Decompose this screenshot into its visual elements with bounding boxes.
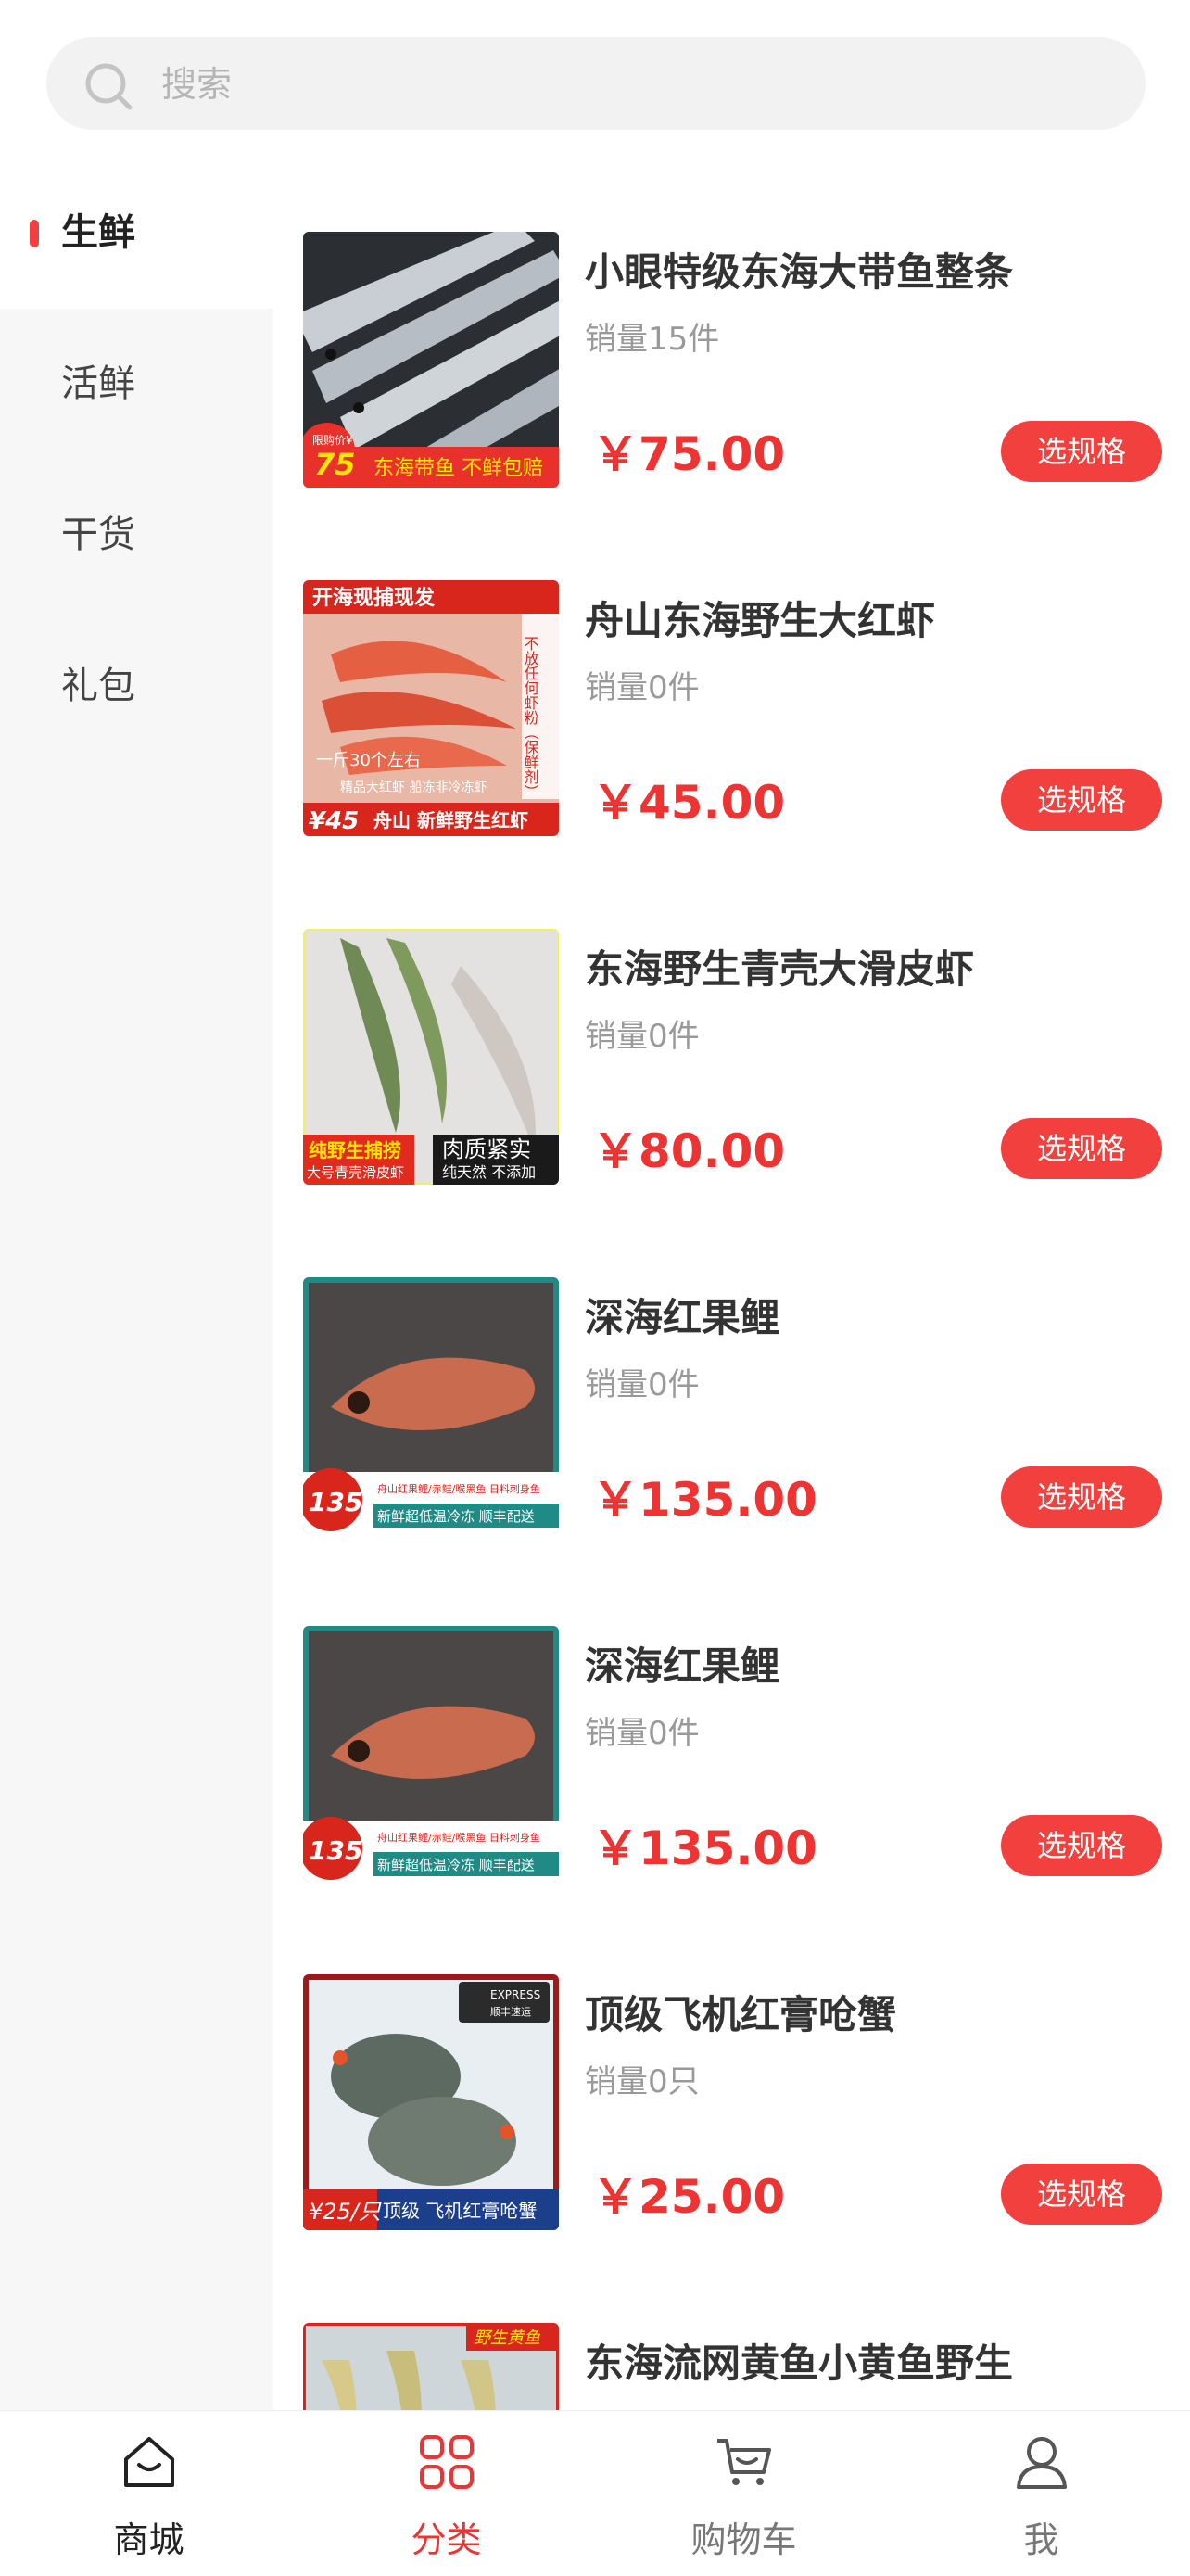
image-caption: 纯野生捕捞 — [309, 1139, 401, 1161]
search-input[interactable] — [159, 37, 1090, 132]
image-caption: ¥25/只 — [309, 2199, 382, 2225]
product-price: ￥135.00 — [592, 1473, 817, 1527]
select-spec-button[interactable]: 选规格 — [1001, 2164, 1162, 2225]
image-caption: 纯天然 不添加 — [442, 1163, 536, 1181]
image-caption: 135 — [309, 1835, 362, 1866]
select-spec-button[interactable]: 选规格 — [1001, 421, 1162, 482]
product-image[interactable]: 限购价¥ 75 东海带鱼 不鲜包赔 — [303, 232, 559, 488]
sidebar-item-label: 活鲜 — [61, 362, 135, 405]
product-sales: 销量0件 — [585, 1366, 700, 1403]
product-image[interactable]: 野生黄鱼 — [303, 2323, 559, 2410]
category-sidebar: 生鲜 活鲜 干货 礼包 — [0, 158, 273, 2410]
cart-icon — [717, 2439, 771, 2485]
sidebar-item-label: 生鲜 — [61, 211, 135, 254]
image-caption: 精品大红虾 船冻非冷冻虾 — [340, 780, 487, 795]
select-spec-button[interactable]: 选规格 — [1001, 1118, 1162, 1179]
image-caption: 大号青壳滑皮虾 — [307, 1164, 404, 1181]
image-caption: 新鲜超低温冷冻 顺丰配送 — [377, 1857, 535, 1873]
image-caption: 舟山 新鲜野生红虾 — [373, 809, 528, 831]
select-spec-button[interactable]: 选规格 — [1001, 1815, 1162, 1876]
tab-mall[interactable]: 商城 — [0, 2411, 298, 2576]
tab-label: 购物车 — [690, 2519, 797, 2560]
search-icon — [85, 63, 133, 110]
product-price: ￥80.00 — [592, 1124, 786, 1178]
product-sales: 销量0件 — [585, 1018, 700, 1055]
product-item[interactable]: EXPRESS 顺丰速运 ¥25/只 顶级 飞机红膏呛蟹 顶级飞机红膏呛蟹 销量… — [273, 1900, 1190, 2249]
sidebar-item-fresh[interactable]: 生鲜 — [0, 158, 273, 309]
product-item[interactable]: 纯野生捕捞 大号青壳滑皮虾 肉质紧实 纯天然 不添加 东海野生青壳大滑皮虾 销量… — [273, 855, 1190, 1203]
product-image[interactable]: 开海现捕现发 不放任何虾粉（保鲜剂） 一斤30个左右 精品大红虾 船冻非冷冻虾 … — [303, 580, 559, 836]
product-name[interactable]: 深海红果鲤 — [585, 1287, 779, 1343]
product-price: ￥45.00 — [592, 776, 786, 830]
image-caption: 不放任何虾粉（保鲜剂） — [522, 636, 539, 799]
sidebar-item-live[interactable]: 活鲜 — [0, 309, 273, 460]
tab-category[interactable]: 分类 — [298, 2411, 595, 2576]
tab-label: 商城 — [113, 2519, 184, 2560]
image-caption: 野生黄鱼 — [474, 2329, 540, 2348]
image-caption: ¥45 — [309, 807, 359, 835]
sidebar-item-label: 干货 — [61, 514, 135, 556]
product-price: ￥135.00 — [592, 1821, 817, 1875]
product-image[interactable]: 135 舟山红果鲤/赤鲑/喉黑鱼 日料刺身鱼 新鲜超低温冷冻 顺丰配送 — [303, 1277, 559, 1533]
product-item[interactable]: 野生黄鱼 东海流网黄鱼小黄鱼野生 — [273, 2249, 1190, 2410]
image-caption: EXPRESS — [490, 1988, 540, 2001]
image-caption: 肉质紧实 — [442, 1136, 531, 1162]
product-image[interactable]: EXPRESS 顺丰速运 ¥25/只 顶级 飞机红膏呛蟹 — [303, 1974, 559, 2230]
image-caption: 新鲜超低温冷冻 顺丰配送 — [377, 1508, 535, 1525]
product-name[interactable]: 顶级飞机红膏呛蟹 — [585, 1984, 896, 2040]
product-price: ￥25.00 — [592, 2170, 786, 2224]
image-caption: 135 — [309, 1487, 362, 1517]
product-image[interactable]: 纯野生捕捞 大号青壳滑皮虾 肉质紧实 纯天然 不添加 — [303, 929, 559, 1185]
tab-cart[interactable]: 购物车 — [595, 2411, 892, 2576]
grid-icon — [420, 2435, 474, 2489]
select-spec-button[interactable]: 选规格 — [1001, 1466, 1162, 1528]
tab-label: 我 — [1023, 2519, 1059, 2560]
bottom-tab-bar: 商城 分类 购物车 我 — [0, 2410, 1190, 2575]
product-name[interactable]: 东海流网黄鱼小黄鱼野生 — [585, 2332, 1013, 2389]
sidebar-item-dried[interactable]: 干货 — [0, 460, 273, 611]
product-sales: 销量15件 — [585, 321, 720, 358]
product-image[interactable]: 135 舟山红果鲤/赤鲑/喉黑鱼 日料刺身鱼 新鲜超低温冷冻 顺丰配送 — [303, 1626, 559, 1882]
product-sales: 销量0件 — [585, 1715, 700, 1752]
image-caption: 75 — [314, 447, 356, 482]
active-indicator — [30, 220, 39, 247]
user-icon — [1017, 2437, 1067, 2489]
home-icon — [124, 2437, 174, 2487]
product-name[interactable]: 小眼特级东海大带鱼整条 — [585, 241, 1013, 298]
product-name[interactable]: 东海野生青壳大滑皮虾 — [585, 938, 974, 995]
sidebar-item-gift[interactable]: 礼包 — [0, 611, 273, 762]
search-bar[interactable] — [46, 37, 1146, 132]
product-sales: 销量0只 — [585, 2063, 700, 2100]
image-caption: 东海带鱼 不鲜包赔 — [373, 457, 543, 480]
tab-me[interactable]: 我 — [892, 2411, 1190, 2576]
select-spec-button[interactable]: 选规格 — [1001, 769, 1162, 831]
image-caption: 限购价¥ — [312, 433, 353, 447]
image-caption: 一斤30个左右 — [316, 751, 421, 770]
product-price: ￥75.00 — [592, 427, 786, 481]
image-caption: 顶级 飞机红膏呛蟹 — [383, 2200, 537, 2222]
product-item[interactable]: 开海现捕现发 不放任何虾粉（保鲜剂） 一斤30个左右 精品大红虾 船冻非冷冻虾 … — [273, 506, 1190, 855]
product-item[interactable]: 限购价¥ 75 东海带鱼 不鲜包赔 小眼特级东海大带鱼整条 销量15件 ￥75.… — [273, 158, 1190, 506]
image-caption: 舟山红果鲤/赤鲑/喉黑鱼 日料刺身鱼 — [377, 1831, 540, 1844]
product-item[interactable]: 135 舟山红果鲤/赤鲑/喉黑鱼 日料刺身鱼 新鲜超低温冷冻 顺丰配送 深海红果… — [273, 1552, 1190, 1900]
product-name[interactable]: 深海红果鲤 — [585, 1635, 779, 1692]
image-caption: 开海现捕现发 — [312, 586, 436, 610]
product-item[interactable]: 135 舟山红果鲤/赤鲑/喉黑鱼 日料刺身鱼 新鲜超低温冷冻 顺丰配送 深海红果… — [273, 1203, 1190, 1552]
product-list[interactable]: 限购价¥ 75 东海带鱼 不鲜包赔 小眼特级东海大带鱼整条 销量15件 ￥75.… — [273, 158, 1190, 2410]
sidebar-item-label: 礼包 — [61, 665, 135, 707]
image-caption: 舟山红果鲤/赤鲑/喉黑鱼 日料刺身鱼 — [377, 1482, 540, 1495]
image-caption: 顺丰速运 — [490, 2006, 531, 2018]
tab-label: 分类 — [411, 2519, 482, 2560]
product-name[interactable]: 舟山东海野生大红虾 — [585, 590, 935, 646]
product-sales: 销量0件 — [585, 669, 700, 706]
